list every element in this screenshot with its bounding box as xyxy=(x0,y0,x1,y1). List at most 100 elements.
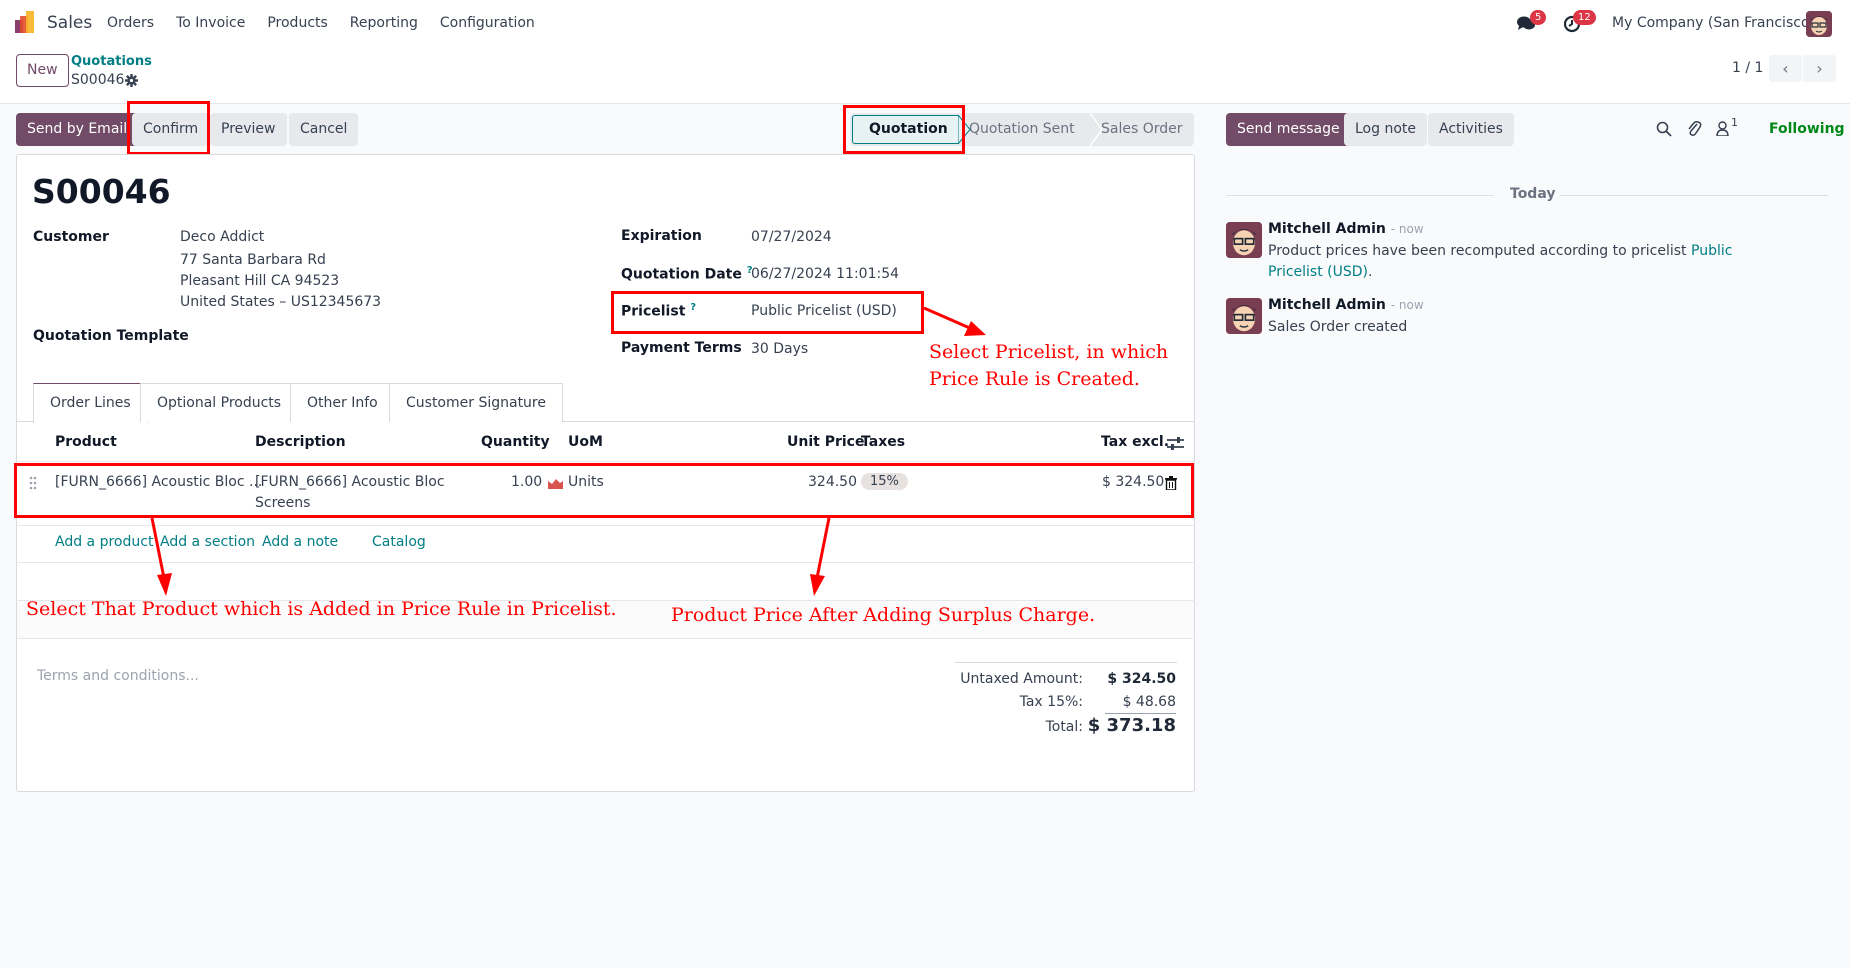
gear-icon[interactable] xyxy=(125,74,138,87)
company-switcher[interactable]: My Company (San Francisco) xyxy=(1612,15,1815,31)
user-avatar[interactable] xyxy=(1806,11,1832,37)
author-name[interactable]: Mitchell Admin xyxy=(1268,221,1386,237)
pager-next-button[interactable]: › xyxy=(1803,55,1836,82)
table-divider xyxy=(16,461,1195,462)
activities-button[interactable]: Activities xyxy=(1428,113,1514,146)
main-menu: Orders To Invoice Products Reporting Con… xyxy=(107,15,557,31)
tab-customer-signature[interactable]: Customer Signature xyxy=(389,383,563,422)
chevron-right-icon: › xyxy=(1816,59,1823,78)
table-divider xyxy=(16,638,1195,639)
catalog-link[interactable]: Catalog xyxy=(372,534,426,550)
total-value: $ 373.18 xyxy=(1087,715,1176,736)
annotation-text: Price Rule is Created. xyxy=(929,368,1140,390)
date-separator-line xyxy=(1560,195,1828,196)
message-time: - now xyxy=(1390,298,1424,312)
add-note-link[interactable]: Add a note xyxy=(262,534,338,550)
payment-terms-field[interactable]: 30 Days xyxy=(751,341,808,357)
messages-badge: 5 xyxy=(1530,10,1547,25)
message-text: . xyxy=(1368,264,1373,280)
breadcrumb-current: S00046 xyxy=(71,72,125,88)
customer-address-line: 77 Santa Barbara Rd xyxy=(180,252,326,268)
expiration-label: Expiration xyxy=(621,228,702,244)
tax-value: $ 48.68 xyxy=(1122,694,1176,710)
optional-columns-icon[interactable] xyxy=(1167,436,1184,451)
message-text: Product prices have been recomputed acco… xyxy=(1268,243,1691,259)
total-label: Total: xyxy=(1045,719,1083,735)
message-avatar[interactable] xyxy=(1226,222,1262,258)
author-name[interactable]: Mitchell Admin xyxy=(1268,297,1386,313)
author-avatar-icon xyxy=(1226,222,1262,258)
add-section-link[interactable]: Add a section xyxy=(160,534,255,550)
add-product-link[interactable]: Add a product xyxy=(55,534,153,550)
followers-person-icon[interactable] xyxy=(1716,121,1729,136)
column-description[interactable]: Description xyxy=(255,434,346,450)
menu-orders[interactable]: Orders xyxy=(107,15,154,31)
pager-previous-button[interactable]: ‹ xyxy=(1769,55,1802,82)
column-quantity[interactable]: Quantity xyxy=(481,434,550,450)
stage-quotation-sent[interactable]: Quotation Sent xyxy=(969,113,1075,146)
control-panel: New Quotations S00046 1 / 1 ‹ › xyxy=(0,47,1850,104)
column-tax-excl[interactable]: Tax excl. xyxy=(1101,434,1169,450)
user-avatar-icon xyxy=(1806,11,1832,37)
send-message-button[interactable]: Send message xyxy=(1226,113,1351,146)
quotation-date-label-text: Quotation Date xyxy=(621,266,742,283)
tab-optional-products[interactable]: Optional Products xyxy=(140,383,299,422)
sales-app-logo-icon[interactable] xyxy=(15,11,37,33)
untaxed-amount-value: $ 324.50 xyxy=(1107,671,1176,687)
top-navbar: Sales Orders To Invoice Products Reporti… xyxy=(0,0,1850,47)
column-product[interactable]: Product xyxy=(55,434,117,450)
message-time: - now xyxy=(1390,222,1424,236)
following-button[interactable]: Following xyxy=(1769,121,1845,137)
cancel-button[interactable]: Cancel xyxy=(289,113,359,146)
annotation-box-status xyxy=(843,105,965,154)
quotation-date-label: Quotation Date ? xyxy=(621,265,753,283)
column-unit-price[interactable]: Unit Price xyxy=(787,434,864,450)
chevron-left-icon: ‹ xyxy=(1782,59,1789,78)
annotation-text: Select Pricelist, in which xyxy=(929,341,1169,363)
message-author: Mitchell Admin - now xyxy=(1268,297,1424,313)
activities-badge: 12 xyxy=(1573,10,1596,25)
total-divider xyxy=(1105,713,1176,714)
table-divider xyxy=(16,562,1195,563)
author-avatar-icon xyxy=(1226,298,1262,334)
quotation-template-label: Quotation Template xyxy=(33,328,189,344)
quotation-date-field[interactable]: 06/27/2024 11:01:54 xyxy=(751,266,899,282)
payment-terms-label: Payment Terms xyxy=(621,340,742,356)
menu-configuration[interactable]: Configuration xyxy=(440,15,535,31)
untaxed-amount-label: Untaxed Amount: xyxy=(960,671,1083,687)
search-icon[interactable] xyxy=(1656,121,1672,137)
tab-order-lines[interactable]: Order Lines xyxy=(33,383,148,423)
annotation-box-confirm xyxy=(127,101,210,155)
terms-placeholder[interactable]: Terms and conditions... xyxy=(37,668,199,684)
stage-sales-order[interactable]: Sales Order xyxy=(1101,113,1183,146)
tab-other-info[interactable]: Other Info xyxy=(290,383,395,422)
tax-label: Tax 15%: xyxy=(1019,694,1083,710)
message-avatar[interactable] xyxy=(1226,298,1262,334)
expiration-field[interactable]: 07/27/2024 xyxy=(751,229,832,245)
paperclip-icon[interactable] xyxy=(1686,120,1702,138)
send-by-email-button[interactable]: Send by Email xyxy=(16,113,139,146)
menu-to-invoice[interactable]: To Invoice xyxy=(176,15,245,31)
pager-value[interactable]: 1 / 1 xyxy=(1732,60,1763,76)
message-body: Product prices have been recomputed acco… xyxy=(1268,241,1788,283)
menu-products[interactable]: Products xyxy=(267,15,327,31)
annotation-box-pricelist xyxy=(611,291,924,334)
app-name[interactable]: Sales xyxy=(47,13,92,33)
annotation-pricelist-note: Select Pricelist, in which Price Rule is… xyxy=(929,339,1168,393)
customer-name[interactable]: Deco Addict xyxy=(180,229,264,245)
message-author: Mitchell Admin - now xyxy=(1268,221,1424,237)
preview-button[interactable]: Preview xyxy=(210,113,287,146)
breadcrumb-quotations[interactable]: Quotations xyxy=(71,54,152,69)
order-title: S00046 xyxy=(32,172,171,211)
annotation-product-note: Select That Product which is Added in Pr… xyxy=(26,598,617,620)
date-separator-line xyxy=(1226,195,1494,196)
new-button[interactable]: New xyxy=(16,54,69,87)
date-separator: Today xyxy=(1510,186,1556,202)
table-divider xyxy=(16,525,1195,526)
followers-count: 1 xyxy=(1731,116,1738,129)
column-uom[interactable]: UoM xyxy=(568,434,603,450)
menu-reporting[interactable]: Reporting xyxy=(350,15,418,31)
customer-address-line: Pleasant Hill CA 94523 xyxy=(180,273,340,289)
log-note-button[interactable]: Log note xyxy=(1344,113,1427,146)
column-taxes[interactable]: Taxes xyxy=(861,434,905,450)
